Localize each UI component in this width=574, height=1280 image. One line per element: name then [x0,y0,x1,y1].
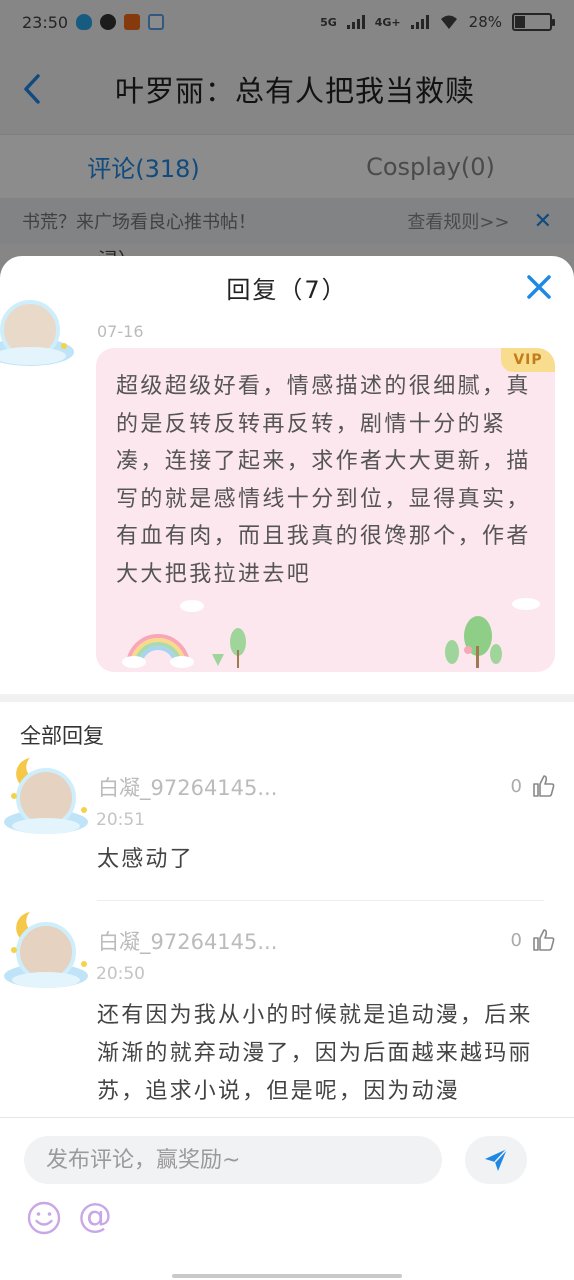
main-comment: 07-16 VIP 超级超级好看，情感描述的很细腻，真的是反转反转再反转，剧情十… [0,300,574,694]
comment-input-bar: @ [0,1117,574,1280]
avatar[interactable] [0,750,96,842]
reply-divider [97,900,544,901]
like-count: 0 [510,776,522,797]
comment-input[interactable] [24,1136,442,1184]
send-icon [485,1148,508,1171]
vip-comment-card[interactable]: VIP 超级超级好看，情感描述的很细腻，真的是反转反转再反转，剧情十分的紧凑，连… [96,348,555,672]
reply-text: 还有因为我从小的时候就是追动漫，后来渐渐的就弃动漫了，因为后面越来越玛丽苏，追求… [97,1003,533,1104]
comment-text: 超级超级好看，情感描述的很细腻，真的是反转反转再反转，剧情十分的紧凑，连接了起来… [116,374,531,587]
send-button[interactable] [465,1136,527,1184]
close-icon[interactable] [524,272,554,302]
avatar[interactable] [0,904,96,996]
reply-time: 20:50 [96,964,145,984]
avatar[interactable] [0,290,80,374]
sheet-title: 回复（7） [226,275,348,304]
at-icon[interactable]: @ [78,1196,116,1236]
reply-time: 20:51 [96,810,145,830]
reply-text: 太感动了 [97,847,194,872]
reply-item[interactable]: 白凝_97264145... 0 20:50 还有因为我从小的时候就是追动漫，后… [0,904,574,1124]
like-icon[interactable] [532,774,556,798]
home-indicator [172,1274,402,1278]
comment-date: 07-16 [97,322,144,341]
reply-username[interactable]: 白凝_97264145... [98,772,277,802]
reply-username[interactable]: 白凝_97264145... [98,926,277,956]
like-icon[interactable] [532,928,556,952]
emoji-icon[interactable] [26,1200,62,1236]
section-divider [0,694,574,702]
sheet-header: 回复（7） [0,256,574,318]
reply-item[interactable]: 白凝_97264145... 0 20:51 太感动了 [0,750,574,902]
all-replies-heading: 全部回复 [20,724,104,748]
like-count: 0 [510,930,522,951]
card-decoration [122,598,540,668]
